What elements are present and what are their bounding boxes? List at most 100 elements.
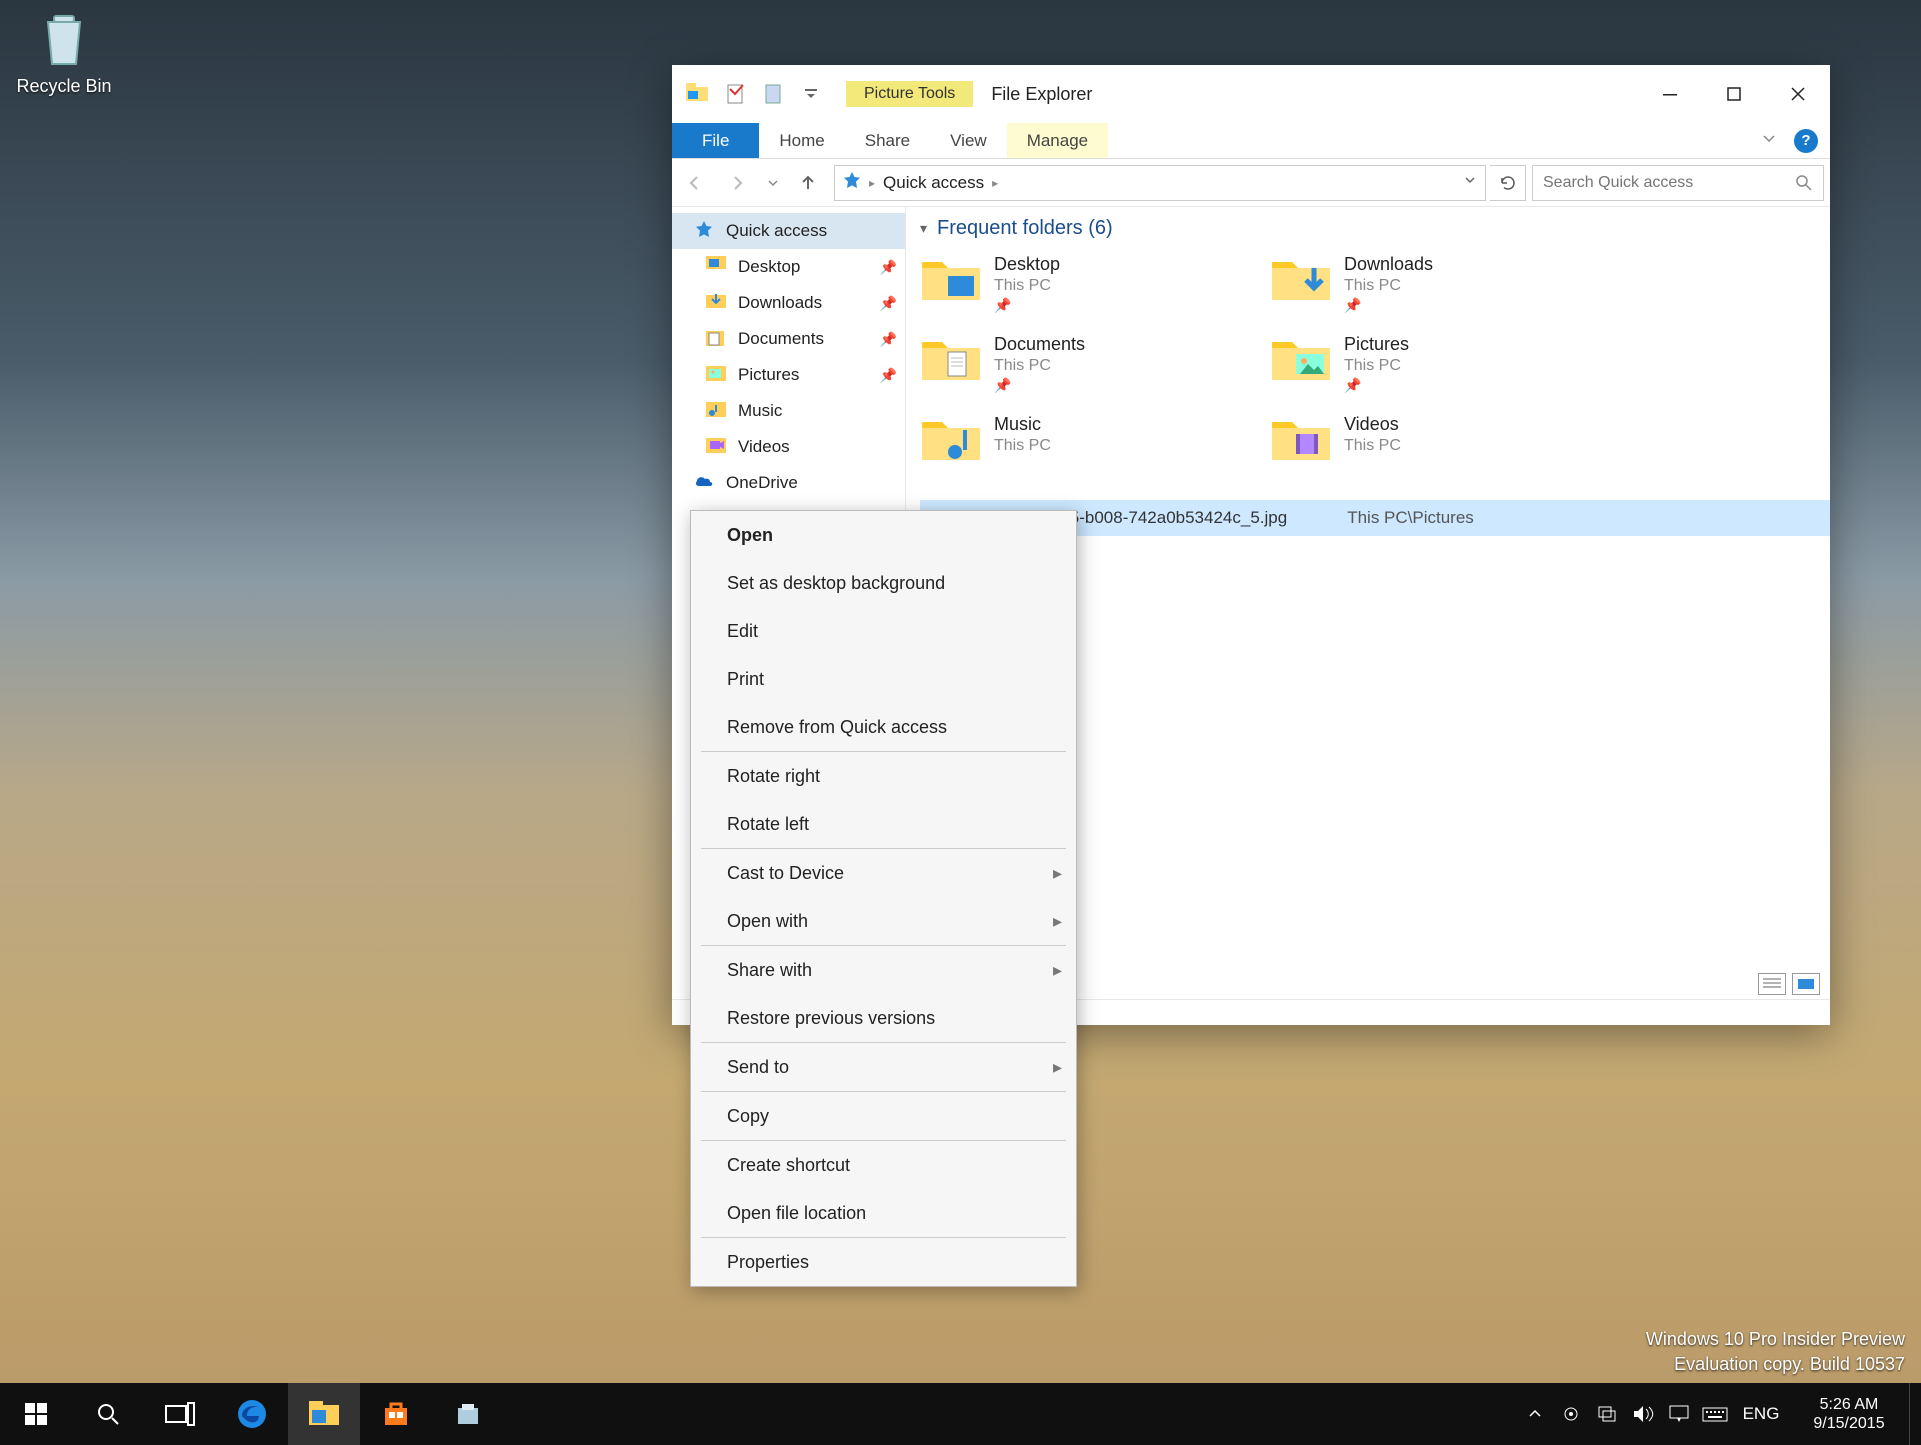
qat-app-icon[interactable] bbox=[680, 77, 714, 111]
folder-pictures[interactable]: Pictures This PC 📌 bbox=[1270, 334, 1590, 394]
show-desktop-button[interactable] bbox=[1909, 1383, 1921, 1445]
qat-properties-icon[interactable] bbox=[718, 77, 752, 111]
ribbon-tab-file[interactable]: File bbox=[672, 123, 759, 158]
nav-item-label: Music bbox=[738, 401, 782, 421]
desktop-icon-recycle-bin[interactable]: Recycle Bin bbox=[14, 8, 114, 97]
nav-item-quick-access[interactable]: Quick access bbox=[672, 213, 905, 249]
tray-network-icon[interactable] bbox=[1589, 1383, 1625, 1445]
tray-date: 9/15/2015 bbox=[1795, 1414, 1903, 1433]
close-button[interactable] bbox=[1766, 72, 1830, 116]
tray-clock[interactable]: 5:26 AM 9/15/2015 bbox=[1789, 1395, 1909, 1433]
group-header-frequent-folders[interactable]: ▾ Frequent folders (6) bbox=[920, 207, 1830, 254]
titlebar: Picture Tools File Explorer bbox=[672, 65, 1830, 123]
nav-recent-dropdown[interactable] bbox=[760, 163, 786, 203]
nav-item-label: Downloads bbox=[738, 293, 822, 313]
minimize-button[interactable] bbox=[1638, 72, 1702, 116]
ribbon-help-button[interactable]: ? bbox=[1794, 129, 1818, 153]
ribbon-expand-icon[interactable] bbox=[1760, 129, 1784, 153]
search-icon bbox=[1795, 174, 1813, 192]
ctx-print[interactable]: Print bbox=[691, 655, 1076, 703]
search-box[interactable] bbox=[1532, 165, 1824, 201]
nav-item-label: Videos bbox=[738, 437, 790, 457]
ctx-copy[interactable]: Copy bbox=[691, 1092, 1076, 1140]
context-menu: OpenSet as desktop backgroundEditPrintRe… bbox=[690, 510, 1077, 1287]
ctx-remove-from-quick-access[interactable]: Remove from Quick access bbox=[691, 703, 1076, 751]
submenu-arrow-icon: ▸ bbox=[1053, 960, 1062, 981]
ctx-cast-to-device[interactable]: Cast to Device▸ bbox=[691, 849, 1076, 897]
address-bar-row: ▸ Quick access ▸ bbox=[672, 159, 1830, 207]
ribbon-tab-manage[interactable]: Manage bbox=[1007, 123, 1108, 158]
folder-icon bbox=[1270, 334, 1332, 384]
menu-item-label: Copy bbox=[727, 1106, 769, 1127]
view-large-icons-button[interactable] bbox=[1792, 973, 1820, 995]
nav-item-onedrive[interactable]: OneDrive bbox=[672, 465, 905, 501]
videos-icon bbox=[706, 436, 728, 458]
folder-documents[interactable]: Documents This PC 📌 bbox=[920, 334, 1240, 394]
qat-customize-icon[interactable] bbox=[794, 77, 828, 111]
nav-back-button[interactable] bbox=[672, 163, 716, 203]
menu-item-label: Create shortcut bbox=[727, 1155, 850, 1176]
ctx-send-to[interactable]: Send to▸ bbox=[691, 1043, 1076, 1091]
nav-item-downloads[interactable]: Downloads📌 bbox=[672, 285, 905, 321]
search-input[interactable] bbox=[1543, 174, 1795, 192]
ctx-open-file-location[interactable]: Open file location bbox=[691, 1189, 1076, 1237]
tray-action-center-icon[interactable] bbox=[1661, 1383, 1697, 1445]
search-button[interactable] bbox=[72, 1383, 144, 1445]
maximize-button[interactable] bbox=[1702, 72, 1766, 116]
ctx-restore-previous-versions[interactable]: Restore previous versions bbox=[691, 994, 1076, 1042]
ctx-rotate-left[interactable]: Rotate left bbox=[691, 800, 1076, 848]
taskbar-edge-icon[interactable] bbox=[216, 1383, 288, 1445]
folder-downloads[interactable]: Downloads This PC 📌 bbox=[1270, 254, 1590, 314]
ctx-open-with[interactable]: Open with▸ bbox=[691, 897, 1076, 945]
tray-keyboard-icon[interactable] bbox=[1697, 1383, 1733, 1445]
ctx-rotate-right[interactable]: Rotate right bbox=[691, 752, 1076, 800]
tray-location-icon[interactable] bbox=[1553, 1383, 1589, 1445]
nav-item-documents[interactable]: Documents📌 bbox=[672, 321, 905, 357]
nav-item-videos[interactable]: Videos bbox=[672, 429, 905, 465]
nav-up-button[interactable] bbox=[786, 163, 830, 203]
ribbon-tab-share[interactable]: Share bbox=[845, 123, 930, 158]
address-history-dropdown-icon[interactable] bbox=[1463, 173, 1477, 192]
ctx-edit[interactable]: Edit bbox=[691, 607, 1076, 655]
nav-item-pictures[interactable]: Pictures📌 bbox=[672, 357, 905, 393]
tray-overflow-icon[interactable] bbox=[1517, 1383, 1553, 1445]
taskbar-file-explorer-icon[interactable] bbox=[288, 1383, 360, 1445]
folder-name: Desktop bbox=[994, 254, 1060, 275]
folder-icon bbox=[1270, 414, 1332, 464]
ctx-properties[interactable]: Properties bbox=[691, 1238, 1076, 1286]
tray-volume-icon[interactable] bbox=[1625, 1383, 1661, 1445]
ribbon-tab-view[interactable]: View bbox=[930, 123, 1007, 158]
menu-item-label: Share with bbox=[727, 960, 812, 981]
ctx-set-as-desktop-background[interactable]: Set as desktop background bbox=[691, 559, 1076, 607]
submenu-arrow-icon: ▸ bbox=[1053, 1057, 1062, 1078]
ctx-share-with[interactable]: Share with ▸ bbox=[691, 946, 1076, 994]
ctx-create-shortcut[interactable]: Create shortcut bbox=[691, 1141, 1076, 1189]
nav-item-desktop[interactable]: Desktop📌 bbox=[672, 249, 905, 285]
quick-access-icon bbox=[843, 171, 861, 194]
taskbar-app-icon[interactable] bbox=[432, 1383, 504, 1445]
tray-language[interactable]: ENG bbox=[1733, 1404, 1789, 1424]
ctx-open[interactable]: Open bbox=[691, 511, 1076, 559]
taskbar-store-icon[interactable] bbox=[360, 1383, 432, 1445]
folder-location: This PC bbox=[1344, 277, 1433, 295]
ribbon-tab-home[interactable]: Home bbox=[759, 123, 844, 158]
folder-videos[interactable]: Videos This PC bbox=[1270, 414, 1590, 464]
folder-music[interactable]: Music This PC bbox=[920, 414, 1240, 464]
ribbon-tabs: File Home Share View Manage ? bbox=[672, 123, 1830, 159]
recycle-bin-icon bbox=[32, 8, 96, 72]
nav-item-music[interactable]: Music bbox=[672, 393, 905, 429]
qat-new-folder-icon[interactable] bbox=[756, 77, 790, 111]
start-button[interactable] bbox=[0, 1383, 72, 1445]
pin-icon: 📌 bbox=[994, 297, 1060, 314]
recent-file-location: This PC\Pictures bbox=[1347, 508, 1474, 528]
folder-icon bbox=[920, 254, 982, 304]
view-details-button[interactable] bbox=[1758, 973, 1786, 995]
address-bar[interactable]: ▸ Quick access ▸ bbox=[834, 165, 1486, 201]
nav-forward-button[interactable] bbox=[716, 163, 760, 203]
folder-desktop[interactable]: Desktop This PC 📌 bbox=[920, 254, 1240, 314]
task-view-button[interactable] bbox=[144, 1383, 216, 1445]
breadcrumb-quick-access[interactable]: Quick access bbox=[883, 173, 984, 193]
contextual-tool-tab: Picture Tools bbox=[846, 81, 973, 107]
folder-location: This PC bbox=[1344, 437, 1401, 455]
refresh-button[interactable] bbox=[1490, 165, 1526, 201]
